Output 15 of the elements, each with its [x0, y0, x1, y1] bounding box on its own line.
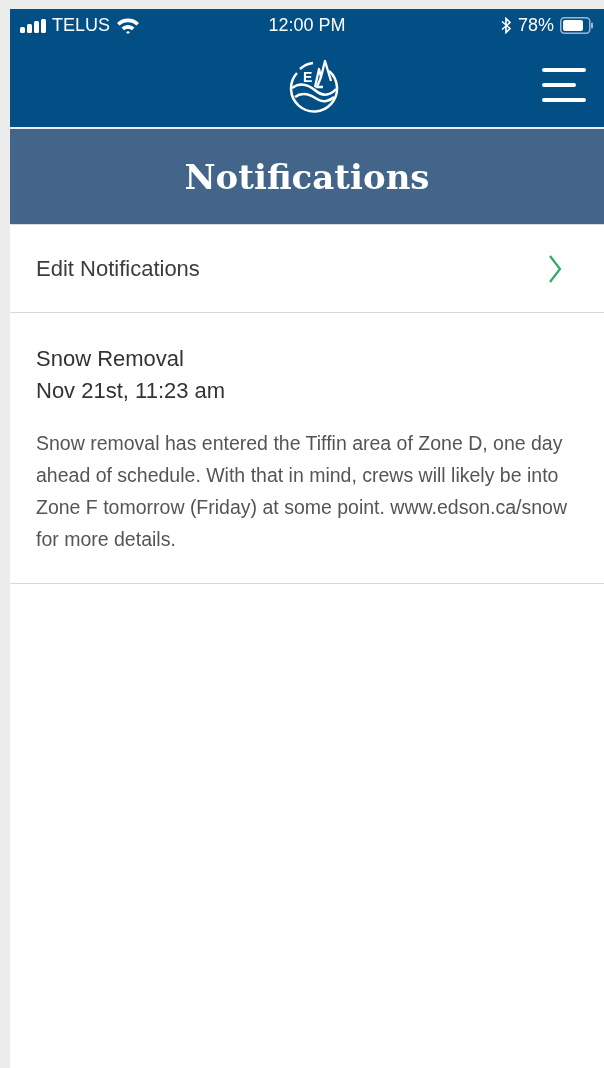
notification-date: Nov 21st, 11:23 am	[36, 377, 227, 405]
logo-drawing	[289, 59, 339, 113]
chevron-right-icon	[548, 253, 562, 284]
wifi-icon	[116, 17, 141, 34]
notification-title: Snow Removal	[36, 345, 185, 373]
menu-button[interactable]	[542, 67, 586, 102]
signal-icon	[20, 18, 46, 33]
battery-percent: 78%	[517, 15, 554, 36]
page-title: Notifications	[184, 156, 430, 197]
carrier-name: TELUS	[52, 15, 111, 36]
battery-icon	[560, 17, 594, 34]
logo-letter: E	[303, 68, 313, 85]
bluetooth-icon	[500, 17, 512, 34]
notification-text: Snow removal has entered the Tiffin area of Zone D, one day ahead of schedule. With that in mind, crews will likely be into Zone F tomorrow (Friday) at some point. www.edson.ca/snow for more details.	[36, 431, 569, 552]
status-time: 12:00 PM	[267, 15, 347, 36]
